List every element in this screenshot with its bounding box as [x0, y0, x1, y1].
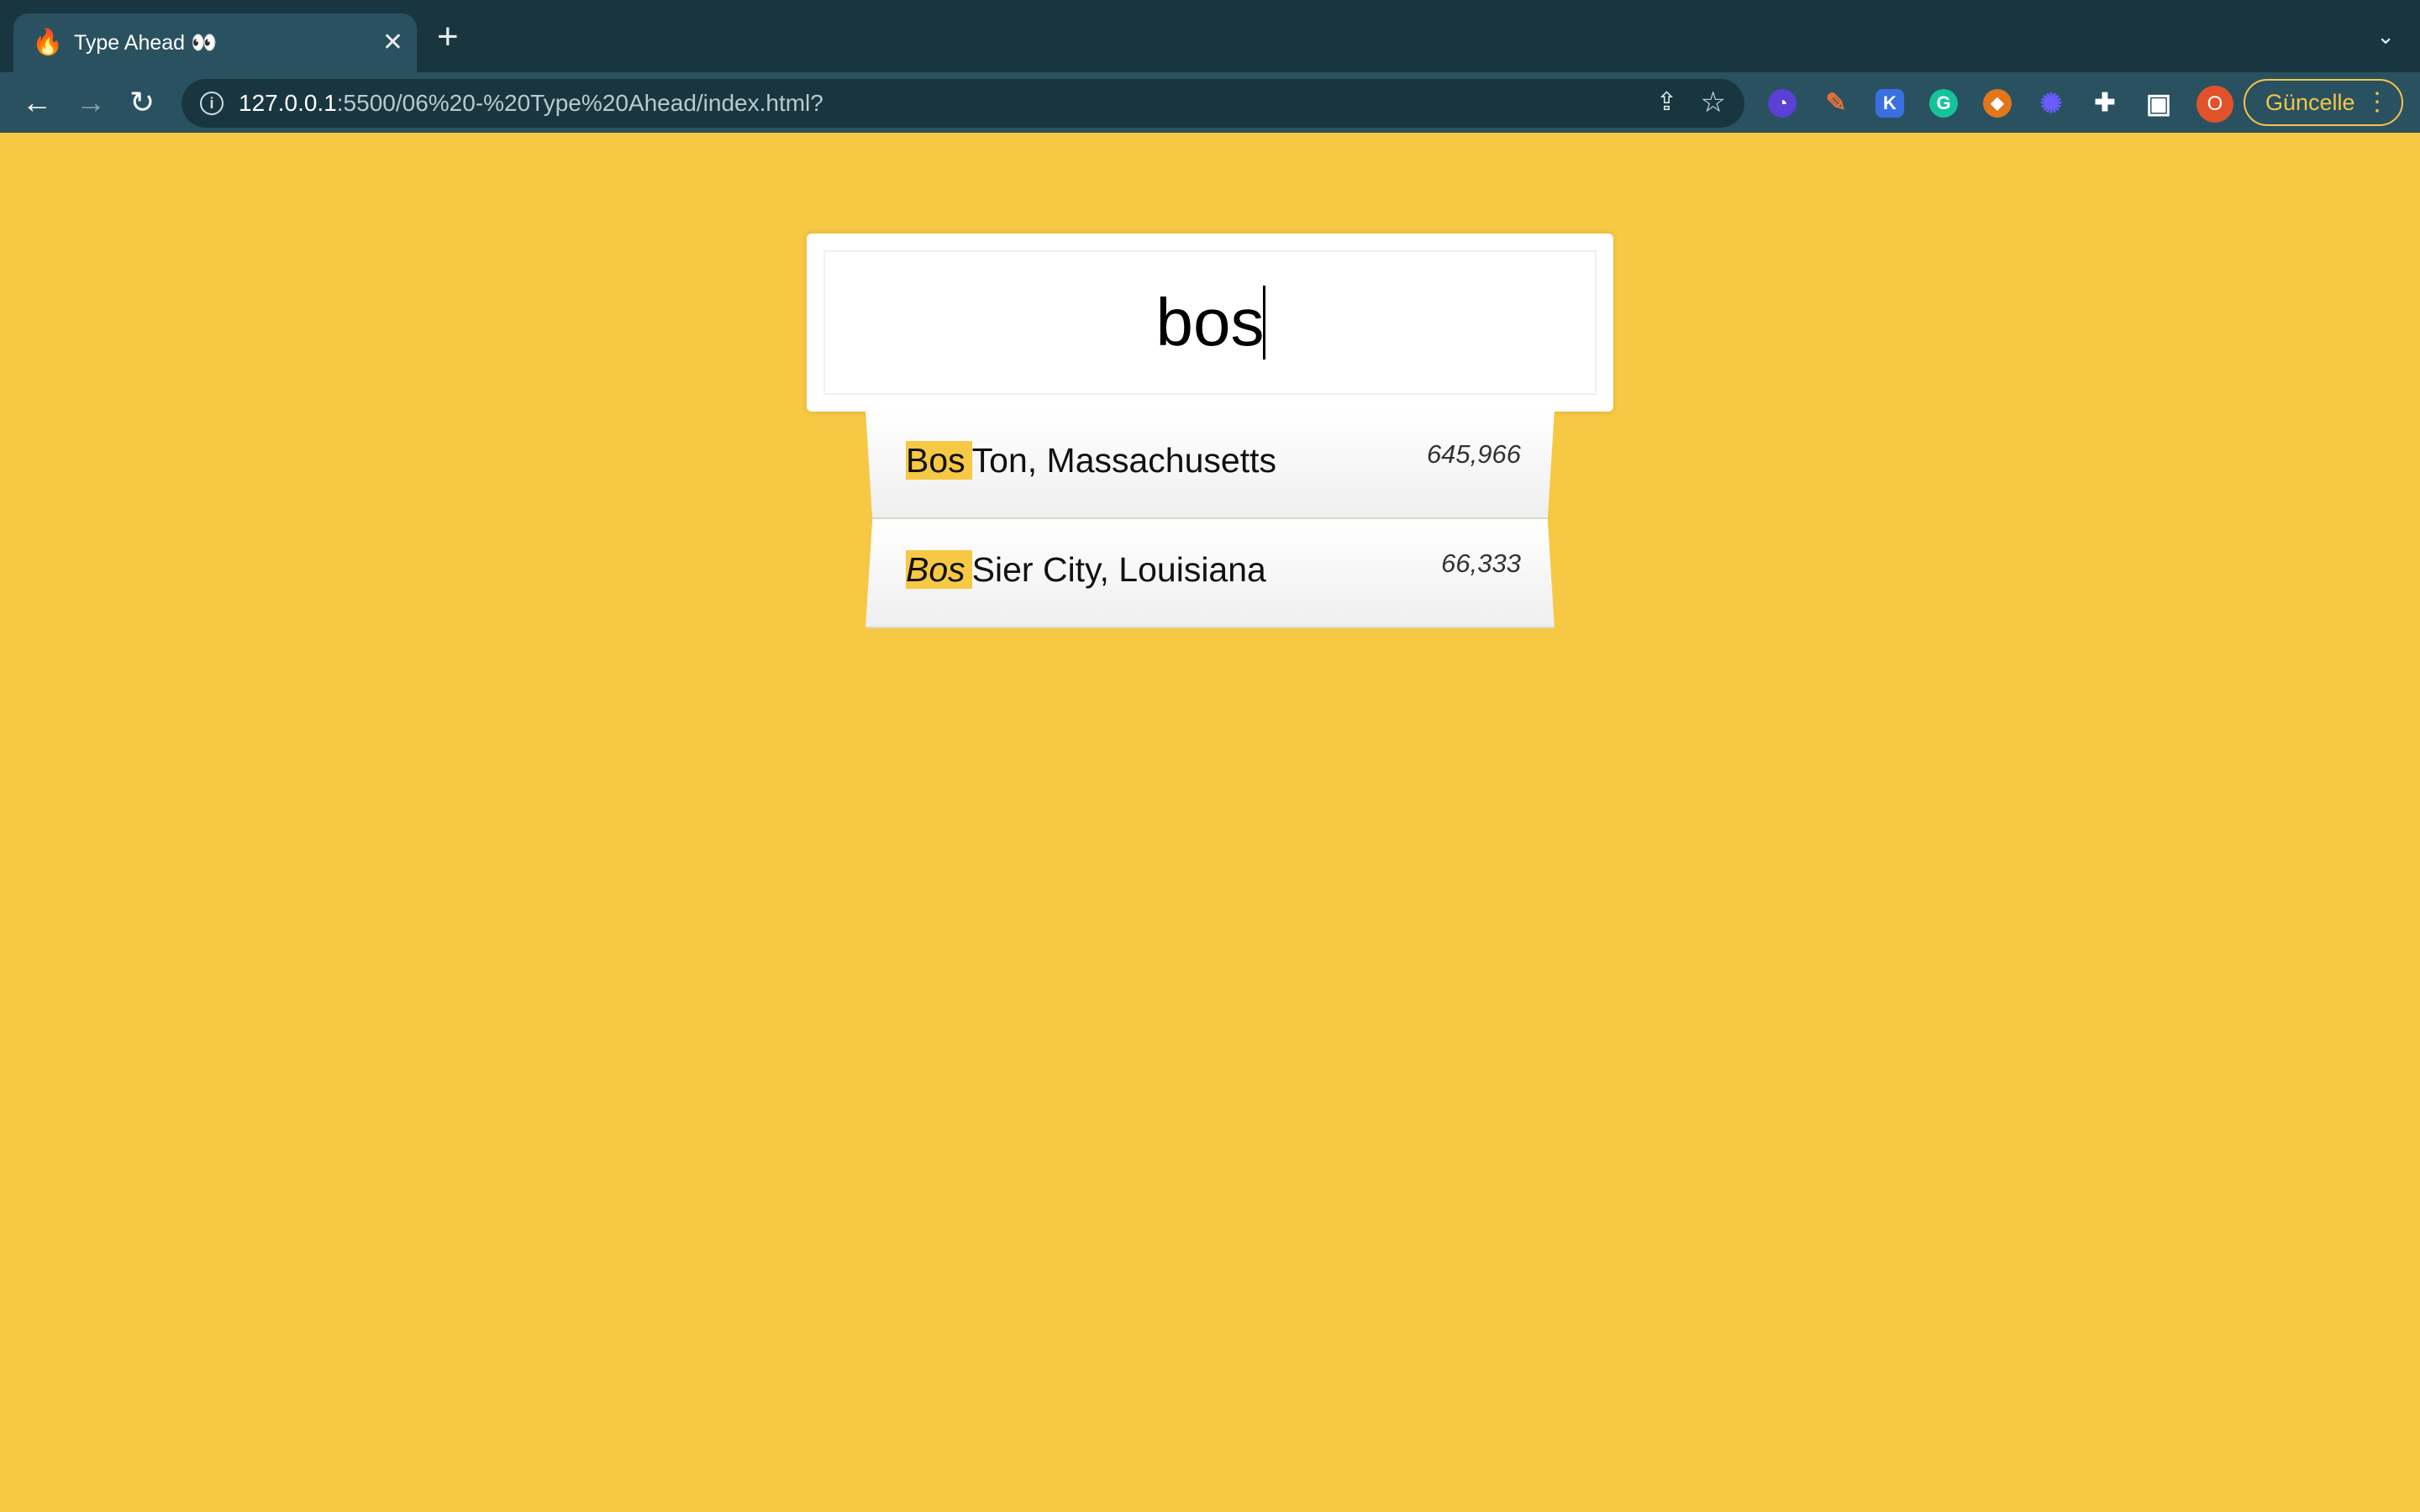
search-form	[807, 234, 1613, 412]
url-path: :5500/06%20-%20Type%20Ahead/index.html?	[336, 90, 823, 116]
suggestion-rest: Ton, Massachusetts	[971, 441, 1276, 480]
ghost-extension-icon[interactable]: ◔	[1768, 89, 1797, 118]
population: 645,966	[1426, 439, 1521, 469]
chevron-down-icon[interactable]: ⌄	[2376, 24, 2395, 49]
share-icon[interactable]: ⇪	[1656, 87, 1677, 118]
star-icon[interactable]: ☆	[1701, 86, 1726, 119]
suggestion-item[interactable]: Bos Sier City, Louisiana 66,333	[865, 519, 1555, 628]
grammarly-icon[interactable]: G	[1929, 89, 1958, 118]
browser-tab[interactable]: 🔥 Type Ahead 👀 ✕	[13, 13, 417, 72]
back-button[interactable]: ←	[22, 84, 52, 121]
info-icon[interactable]: i	[200, 92, 224, 115]
search-input[interactable]	[823, 250, 1597, 395]
reload-button[interactable]: ↻	[129, 84, 155, 121]
address-bar[interactable]: i 127.0.0.1:5500/06%20-%20Type%20Ahead/i…	[182, 79, 1744, 128]
close-icon[interactable]: ✕	[382, 29, 403, 57]
population: 66,333	[1441, 549, 1521, 578]
update-button[interactable]: Güncelle ⋮	[2244, 79, 2403, 126]
metamask-icon[interactable]: ◆	[1983, 89, 2012, 118]
text-caret	[1263, 286, 1265, 360]
forward-button[interactable]: →	[76, 84, 106, 121]
kebab-menu-icon[interactable]: ⋮	[2365, 81, 2390, 124]
tab-title: Type Ahead 👀	[74, 31, 218, 55]
avatar[interactable]: O	[2196, 86, 2233, 123]
sun-extension-icon[interactable]: ✺	[2037, 89, 2065, 118]
pen-extension-icon[interactable]: ✎	[1822, 89, 1850, 118]
update-button-label: Güncelle	[2265, 90, 2355, 115]
puzzle-icon[interactable]: ✚	[2091, 89, 2119, 118]
fire-icon: 🔥	[32, 29, 64, 56]
suggestion-item[interactable]: Bos Ton, Massachusetts 645,966	[865, 410, 1555, 519]
match-highlight: Bos	[906, 441, 972, 480]
sidepanel-icon[interactable]: ▣	[2144, 89, 2173, 118]
suggestion-rest: Sier City, Louisiana	[971, 550, 1266, 589]
match-highlight: Bos	[906, 550, 972, 589]
url-host: 127.0.0.1	[239, 90, 337, 116]
suggestion-name: Bos Ton, Massachusetts	[906, 435, 1276, 486]
k-extension-icon[interactable]: K	[1876, 89, 1904, 118]
suggestion-name: Bos Sier City, Louisiana	[906, 544, 1266, 595]
suggestions-list: Bos Ton, Massachusetts 645,966 Bos Sier Ci…	[865, 410, 1555, 628]
tab-strip: 🔥 Type Ahead 👀 ✕ + ⌄	[0, 0, 2420, 72]
url-text[interactable]: 127.0.0.1:5500/06%20-%20Type%20Ahead/ind…	[239, 90, 823, 117]
new-tab-button[interactable]: +	[437, 18, 459, 55]
